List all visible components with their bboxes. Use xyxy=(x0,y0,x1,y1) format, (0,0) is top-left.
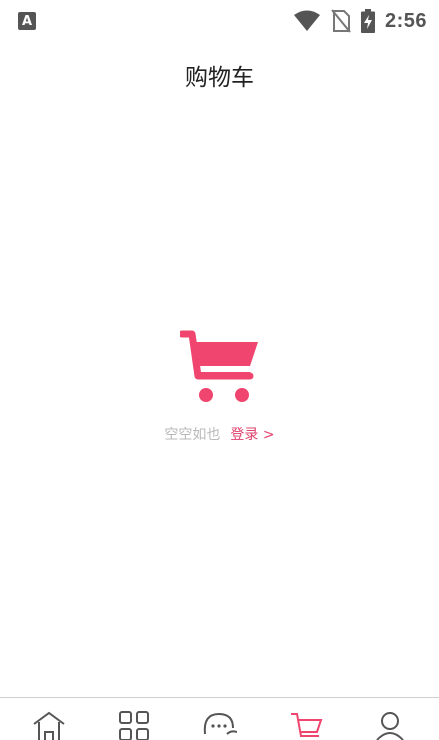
no-sim-icon xyxy=(331,9,351,33)
empty-message: 空空如也 xyxy=(164,427,221,443)
home-icon xyxy=(33,711,65,740)
wifi-icon xyxy=(293,10,320,31)
status-bar: A 2:56 xyxy=(0,0,439,42)
tab-category[interactable] xyxy=(104,710,164,740)
login-link[interactable]: 登录 > xyxy=(230,424,274,444)
app-notification-icon: A xyxy=(18,12,36,30)
tab-messages[interactable] xyxy=(189,710,249,740)
tab-home[interactable] xyxy=(19,710,79,740)
bottom-nav xyxy=(0,697,439,740)
battery-charging-icon xyxy=(360,9,375,33)
page-title: 购物车 xyxy=(185,65,254,91)
tab-profile[interactable] xyxy=(360,710,420,740)
shopping-cart-icon xyxy=(179,330,258,402)
status-right: 2:56 xyxy=(293,9,427,33)
user-icon xyxy=(376,712,404,740)
empty-message-row: 空空如也 登录 > xyxy=(164,424,274,444)
grid-icon xyxy=(119,711,150,740)
status-time: 2:56 xyxy=(384,9,427,32)
chat-icon xyxy=(204,712,238,735)
tab-cart[interactable] xyxy=(275,710,335,740)
status-left: A xyxy=(18,12,293,30)
cart-icon xyxy=(290,713,323,737)
empty-cart-state: 空空如也 登录 > xyxy=(0,328,439,444)
